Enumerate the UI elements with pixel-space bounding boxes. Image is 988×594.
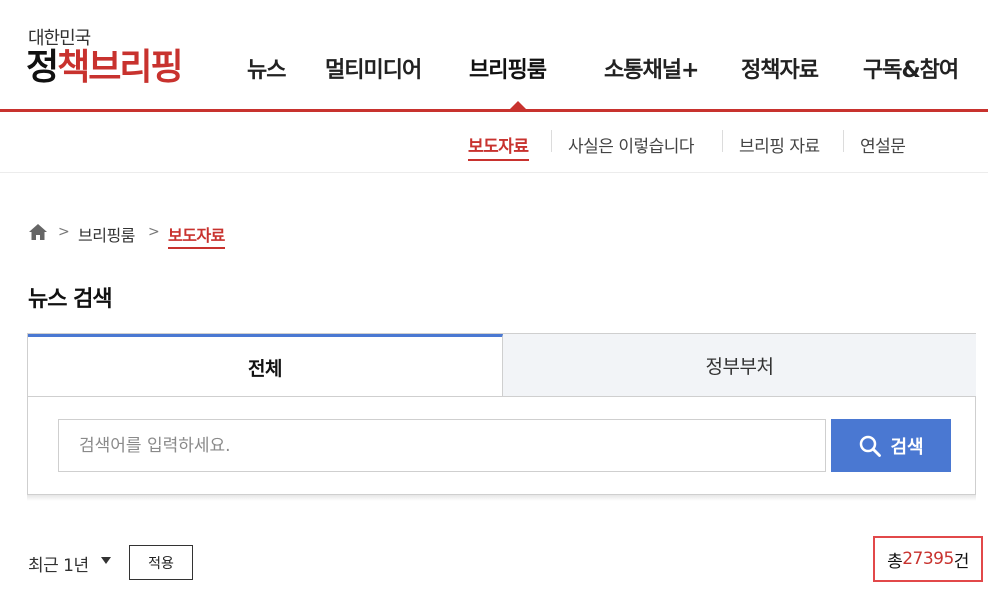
home-icon[interactable] xyxy=(28,222,48,242)
tab-government[interactable]: 정부부처 xyxy=(503,334,976,397)
sub-item-briefing-material[interactable]: 브리핑 자료 xyxy=(739,132,820,157)
chevron-right-icon: > xyxy=(148,224,160,240)
sub-item-press-release[interactable]: 보도자료 xyxy=(468,132,529,161)
gnb-item-policy-data[interactable]: 정책자료 xyxy=(741,52,819,84)
logo-main-text-rest: 책브리핑 xyxy=(57,47,183,88)
breadcrumb-item-current[interactable]: 보도자료 xyxy=(168,222,225,249)
sub-item-speech[interactable]: 연설문 xyxy=(860,132,906,157)
search-icon xyxy=(860,435,882,457)
search-panel: 전체 정부부처 검색 xyxy=(27,333,976,495)
gnb-item-communication[interactable]: 소통채널+ xyxy=(604,52,699,84)
total-prefix: 총 xyxy=(887,551,903,572)
sub-nav-divider xyxy=(843,130,844,152)
gnb-item-news[interactable]: 뉴스 xyxy=(247,52,286,84)
search-button-label: 검색 xyxy=(890,436,924,458)
caret-down-icon[interactable] xyxy=(101,557,111,564)
sub-nav-underline xyxy=(0,172,988,173)
period-select[interactable]: 최근 1년 xyxy=(28,551,89,576)
apply-button[interactable]: 적용 xyxy=(129,545,193,580)
page-title: 뉴스 검색 xyxy=(28,287,113,312)
header-divider xyxy=(0,109,988,112)
breadcrumb-item-briefing-room[interactable]: 브리핑룸 xyxy=(78,222,135,246)
search-input[interactable] xyxy=(58,419,826,472)
search-button[interactable]: 검색 xyxy=(831,419,951,472)
search-panel-shadow xyxy=(27,495,976,501)
active-menu-indicator xyxy=(510,101,526,109)
sub-nav-divider xyxy=(551,130,552,152)
logo[interactable]: 정책브리핑 xyxy=(26,44,184,92)
total-suffix: 건 xyxy=(953,551,970,572)
sub-item-fact-check[interactable]: 사실은 이렇습니다 xyxy=(568,132,695,157)
sub-nav-divider xyxy=(722,130,723,152)
total-count-value: 27395 xyxy=(902,549,954,569)
total-count: 총 27395 건 xyxy=(873,536,983,582)
tab-all[interactable]: 전체 xyxy=(28,334,503,397)
tab-divider xyxy=(28,396,503,397)
gnb-item-briefing-room[interactable]: 브리핑룸 xyxy=(469,52,547,84)
gnb-item-multimedia[interactable]: 멀티미디어 xyxy=(325,52,422,84)
chevron-right-icon: > xyxy=(58,224,70,240)
gnb-item-subscribe[interactable]: 구독&참여 xyxy=(863,52,959,84)
logo-main-text-first: 정 xyxy=(26,47,59,88)
